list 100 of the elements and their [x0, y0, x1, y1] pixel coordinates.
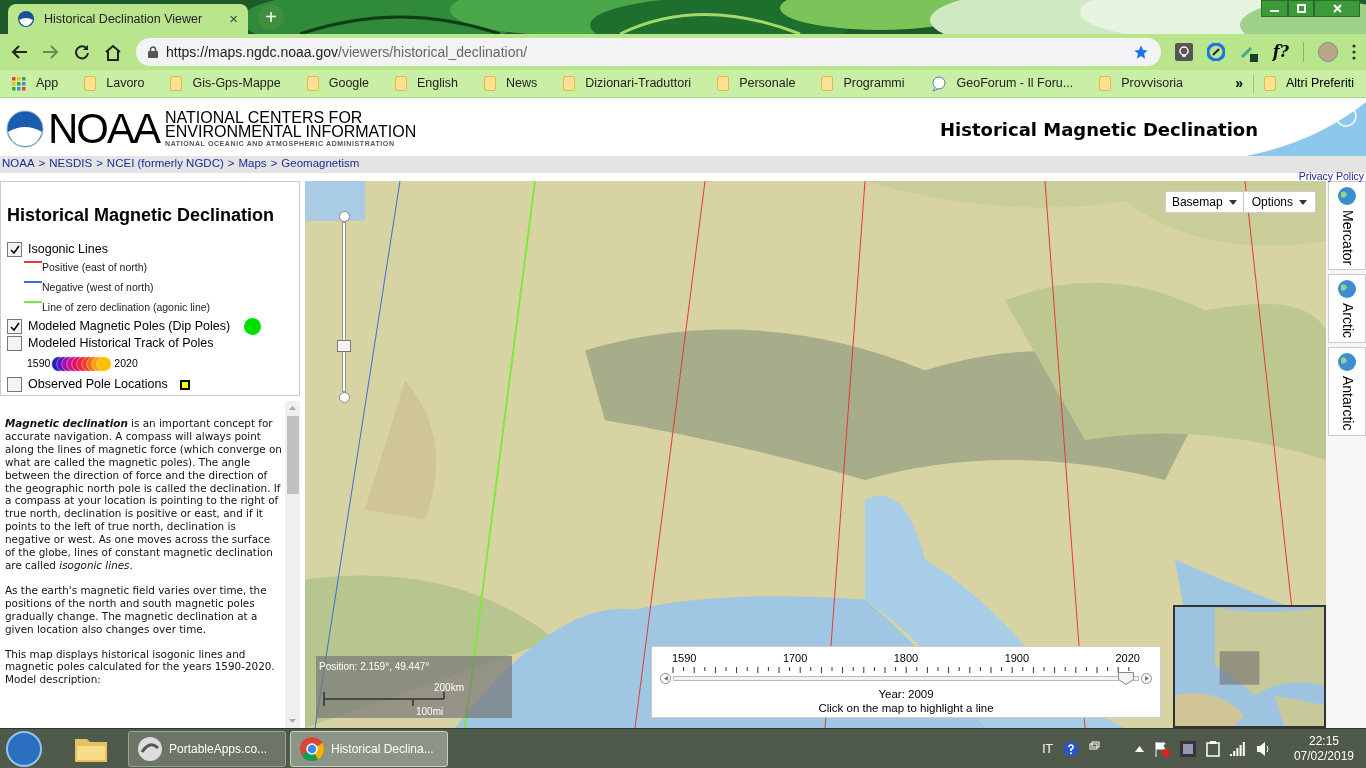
help-icon[interactable]: [1062, 740, 1079, 757]
bookmark[interactable]: Dizionari-Traduttori: [563, 72, 692, 95]
chrome-icon: [299, 735, 325, 762]
flag-icon[interactable]: [1153, 740, 1170, 757]
scrollbar-thumb[interactable]: [286, 416, 299, 494]
description-paragraph: Model description:: [5, 673, 102, 687]
breadcrumb-link[interactable]: NCEI (formerly NGDC): [106, 155, 224, 173]
folder-icon: [306, 76, 319, 91]
clock-date: 07/02/2019: [1293, 748, 1354, 764]
menu-icon[interactable]: [1352, 44, 1356, 60]
overflow-button[interactable]: »: [1235, 73, 1243, 94]
panel-title: Historical Magnetic Declination: [7, 204, 276, 227]
clipboard-icon[interactable]: [1205, 740, 1220, 757]
checkbox[interactable]: [7, 336, 22, 351]
bookmark[interactable]: Gis-Gps-Mappe: [170, 72, 281, 95]
home-icon[interactable]: [104, 43, 122, 61]
description-paragraph: Magnetic declination is an important concept for accurate navigation. A compass will always point along the lines of magnetic force (which converge on what are called the magnetic poles). The angle between the direction of force and the direction of the geographic north pole is called the declination. If a compass at your location is pointing to the right of true north, declination is positive or east, and if it points to the left of true north, declination is negative or west. As one moves across the surface of the globe, lines of constant magnetic declination are called isogonic lines.: [5, 417, 283, 572]
breadcrumb-link[interactable]: NOAA: [2, 155, 35, 173]
breadcrumb-link[interactable]: NESDIS: [49, 155, 93, 173]
legend-label: Line of zero declination (agonic line): [42, 300, 211, 315]
noaa-logo-icon: [18, 11, 34, 27]
bulb-icon[interactable]: [1174, 43, 1193, 61]
star-icon[interactable]: [1132, 44, 1149, 60]
page-title: Historical Magnetic Declination: [940, 117, 1258, 142]
breadcrumb-separator: >: [38, 156, 46, 171]
forward-icon[interactable]: [42, 44, 60, 60]
close-window-button[interactable]: [1314, 0, 1360, 17]
folder-icon: [395, 76, 408, 91]
speaker-icon[interactable]: [1255, 740, 1272, 757]
globe-icon: [1337, 279, 1357, 300]
breadcrumb-link[interactable]: Geomagnetism: [281, 155, 360, 173]
layer-label: Modeled Historical Track of Poles: [28, 335, 214, 353]
reload-icon[interactable]: [74, 44, 90, 60]
bookmark[interactable]: News: [484, 72, 538, 95]
clock-time: 22:15: [1308, 733, 1339, 749]
breadcrumb-link[interactable]: Maps: [238, 155, 267, 173]
noaa-logo-icon: [6, 110, 44, 148]
breadcrumb-separator: >: [227, 156, 235, 171]
bookmark[interactable]: Personale: [717, 72, 796, 95]
tab-title: Historical Declination Viewer: [44, 10, 204, 28]
close-icon: [1332, 4, 1342, 13]
back-icon[interactable]: [10, 44, 28, 60]
bookmark[interactable]: App: [12, 72, 59, 95]
bookmark[interactable]: Lavoro: [84, 72, 145, 95]
checkbox[interactable]: [7, 377, 22, 392]
folder-icon: [170, 76, 183, 91]
restore-icon: [1296, 4, 1306, 13]
swirl-icon: [137, 735, 163, 762]
folder-icon: [1099, 76, 1112, 91]
folder-icon: [563, 76, 576, 91]
globe-icon: [1337, 352, 1357, 373]
bookmark[interactable]: Provvisoria: [1099, 72, 1184, 95]
legend-label: Negative (west of north): [42, 280, 154, 295]
layer-label: Isogonic Lines: [28, 241, 108, 259]
bookmark[interactable]: GeoForum - Il Foru...: [930, 72, 1074, 95]
caret-up-icon[interactable]: [1134, 745, 1144, 752]
layer-label: Observed Pole Locations: [28, 376, 168, 394]
lock-icon: [148, 46, 158, 58]
close-button[interactable]: ×: [229, 7, 238, 31]
signal-icon[interactable]: [1229, 741, 1246, 756]
projection-tab[interactable]: Antarctic: [1328, 347, 1366, 436]
bookmark[interactable]: Programmi: [821, 72, 905, 95]
breadcrumb-separator: >: [270, 156, 278, 171]
taskbar-app[interactable]: PortableApps.co...: [128, 730, 286, 767]
noaa-wordmark: NOAA: [48, 108, 160, 150]
year-label: 2020: [114, 356, 138, 372]
restore-button[interactable]: [1288, 0, 1314, 17]
folder-icon: [1263, 76, 1276, 91]
folder-icon: [821, 76, 834, 91]
checkbox[interactable]: [7, 319, 22, 334]
app-tray-icon[interactable]: [1179, 740, 1196, 757]
breadcrumb-separator: >: [96, 156, 103, 171]
folder-icon: [84, 76, 97, 91]
speech-bubble-icon: [930, 75, 947, 92]
description-paragraph: As the earth's magnetic field varies over time, the positions of the north and south magnetic poles gradually change. The magnetic declination at a given location also changes over time.: [5, 583, 268, 636]
url-text: https://maps.ngdc.noaa.gov/viewers/historical_declination/: [166, 42, 529, 62]
org-title: ENVIRONMENTAL INFORMATION: [165, 124, 417, 139]
bookmark[interactable]: English: [395, 72, 459, 95]
scrollbar[interactable]: [285, 401, 300, 728]
legend-label: Positive (east of north): [42, 260, 148, 275]
year-gradient-icon: [51, 356, 114, 372]
layer-label: Modeled Magnetic Poles (Dip Poles): [28, 318, 231, 336]
bookmark[interactable]: Google: [306, 72, 370, 95]
apps-grid-icon: [12, 76, 26, 91]
language-indicator[interactable]: IT: [1042, 739, 1053, 758]
org-title: NATIONAL CENTERS FOR: [165, 110, 363, 125]
year-label: 1590: [27, 356, 51, 372]
folder-icon: [717, 76, 730, 91]
checkbox[interactable]: [7, 242, 22, 257]
start-button[interactable]: [6, 730, 42, 767]
browser-tab[interactable]: Historical Declination Viewer ×: [8, 4, 248, 34]
folder-icon: [484, 76, 497, 91]
minimize-button[interactable]: [1261, 0, 1288, 17]
address-bar[interactable]: https://maps.ngdc.noaa.gov/viewers/historical_declination/: [136, 38, 1161, 66]
projection-tab[interactable]: Mercator: [1328, 181, 1366, 271]
globe-icon: [1337, 186, 1357, 206]
projection-tab[interactable]: Arctic: [1328, 274, 1366, 344]
description-paragraph: This map displays historical isogonic lines and magnetic poles calculated for the years 1590-2020.: [5, 647, 276, 674]
bookmark[interactable]: Altri Preferiti: [1263, 74, 1354, 93]
extension-button[interactable]: f?: [1272, 40, 1289, 64]
